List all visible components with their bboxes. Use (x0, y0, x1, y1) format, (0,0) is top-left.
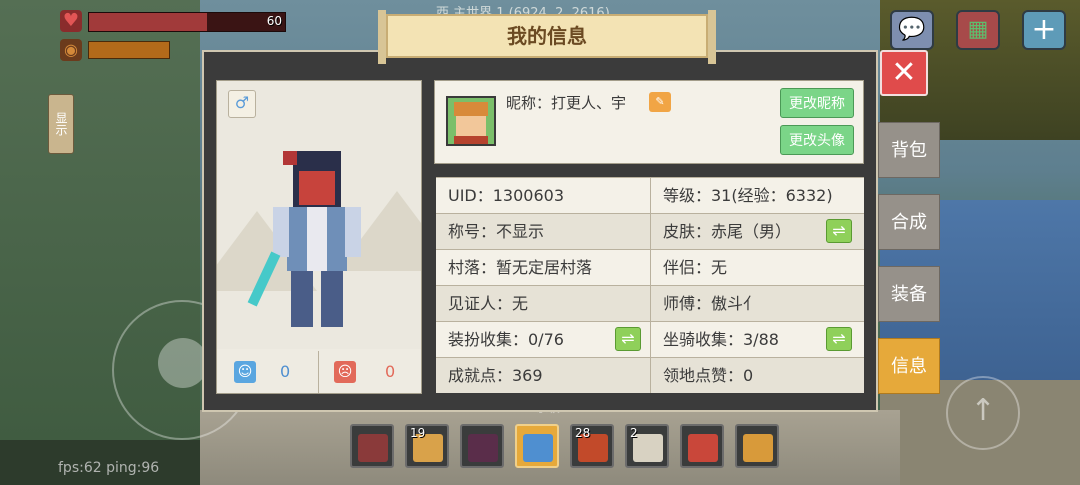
character-leg (321, 271, 343, 327)
tab-backpack[interactable]: 背包 (878, 122, 940, 178)
like-cell[interactable] (217, 351, 319, 393)
info-title: 称号：不显示 (436, 214, 650, 249)
character-face (299, 171, 335, 205)
item-count: 2 (630, 426, 638, 440)
character-ribbon (283, 151, 297, 165)
avatar-face (456, 116, 486, 136)
avatar-hair (454, 102, 488, 116)
character-preview[interactable] (217, 81, 421, 349)
info-achievement: 成就点：369 (436, 358, 650, 393)
shop-button[interactable]: ▦ (956, 10, 1000, 50)
item-count: 28 (575, 426, 591, 440)
info-uid: UID：1300603 (436, 178, 650, 213)
item-count: 19 (410, 426, 426, 440)
hotbar-slot[interactable] (680, 424, 724, 468)
character-sash (307, 207, 327, 271)
dialog-title: 我的信息 (378, 10, 716, 64)
close-icon: ✕ (891, 55, 917, 90)
tab-craft[interactable]: 合成 (878, 194, 940, 250)
swap-skin-button[interactable]: ⇌ (826, 219, 852, 243)
axe-icon (523, 434, 553, 462)
health-value: 60 (266, 14, 282, 28)
info-territory-likes: 领地点赞：0 (651, 358, 864, 393)
dark-bow-icon (468, 434, 498, 462)
arrow-up-icon: ↑ (970, 393, 996, 428)
character-arm (345, 207, 361, 257)
fps-readout: fps:62 ping:96 (58, 460, 160, 476)
info-master: 师傅：傲斗亻 (651, 286, 864, 321)
plus-button[interactable]: + (1022, 10, 1066, 50)
swap-icon: ⇌ (832, 329, 846, 348)
gift-bag-icon (688, 434, 718, 462)
backpack-icon (743, 434, 773, 462)
edit-badge-icon[interactable]: ✎ (649, 92, 671, 112)
gender-icon: ♂ (228, 90, 256, 118)
nickname-label: 昵称：打更人、宇 (506, 94, 627, 112)
tab-info[interactable]: 信息 (878, 338, 940, 394)
swap-icon: ⇌ (621, 329, 635, 348)
hunger-icon: ◉ (60, 39, 82, 61)
tab-equipment[interactable]: 装备 (878, 266, 940, 322)
plus-icon: + (1031, 12, 1057, 47)
close-button[interactable]: ✕ (880, 50, 928, 96)
head-avatar (446, 96, 496, 146)
smile-face-icon[interactable]: ☺ (234, 361, 256, 383)
info-village: 村落：暂无定居村落 (436, 250, 650, 285)
dislike-count: 0 (385, 362, 396, 381)
show-toggle-tab[interactable]: 显示 (48, 94, 74, 154)
chat-icon: 💬 (898, 17, 926, 42)
character-arm (273, 207, 289, 257)
hunger-bar (88, 41, 170, 59)
change-avatar-button[interactable]: 更改头像 (780, 125, 854, 155)
swap-outfit-button[interactable]: ⇌ (615, 327, 641, 351)
sad-face-icon[interactable]: ☹ (334, 361, 356, 383)
chat-button[interactable]: 💬 (890, 10, 934, 50)
heart-icon: ♥ (60, 10, 82, 32)
swap-mount-button[interactable]: ⇌ (826, 327, 852, 351)
crossbow-icon (358, 434, 388, 462)
hotbar-slot[interactable]: 2 (625, 424, 669, 468)
hotbar-slot[interactable]: 28 (570, 424, 614, 468)
shop-icon: ▦ (967, 17, 989, 42)
hotbar-slot[interactable] (735, 424, 779, 468)
hotbar-slot[interactable] (515, 424, 559, 468)
hotbar-slot[interactable]: 19 (405, 424, 449, 468)
jump-button[interactable]: ↑ (946, 376, 1020, 450)
swap-icon: ⇌ (832, 221, 846, 240)
info-partner: 伴侣：无 (651, 250, 864, 285)
info-level: 等级：31(经验：6332) (651, 178, 864, 213)
character-leg (291, 271, 313, 327)
like-count: 0 (280, 362, 291, 381)
change-nickname-button[interactable]: 更改昵称 (780, 88, 854, 118)
avatar-collar (454, 136, 488, 144)
joystick-knob[interactable] (158, 338, 208, 388)
info-witness: 见证人：无 (436, 286, 650, 321)
hotbar-slot[interactable] (460, 424, 504, 468)
hotbar-slot[interactable] (350, 424, 394, 468)
